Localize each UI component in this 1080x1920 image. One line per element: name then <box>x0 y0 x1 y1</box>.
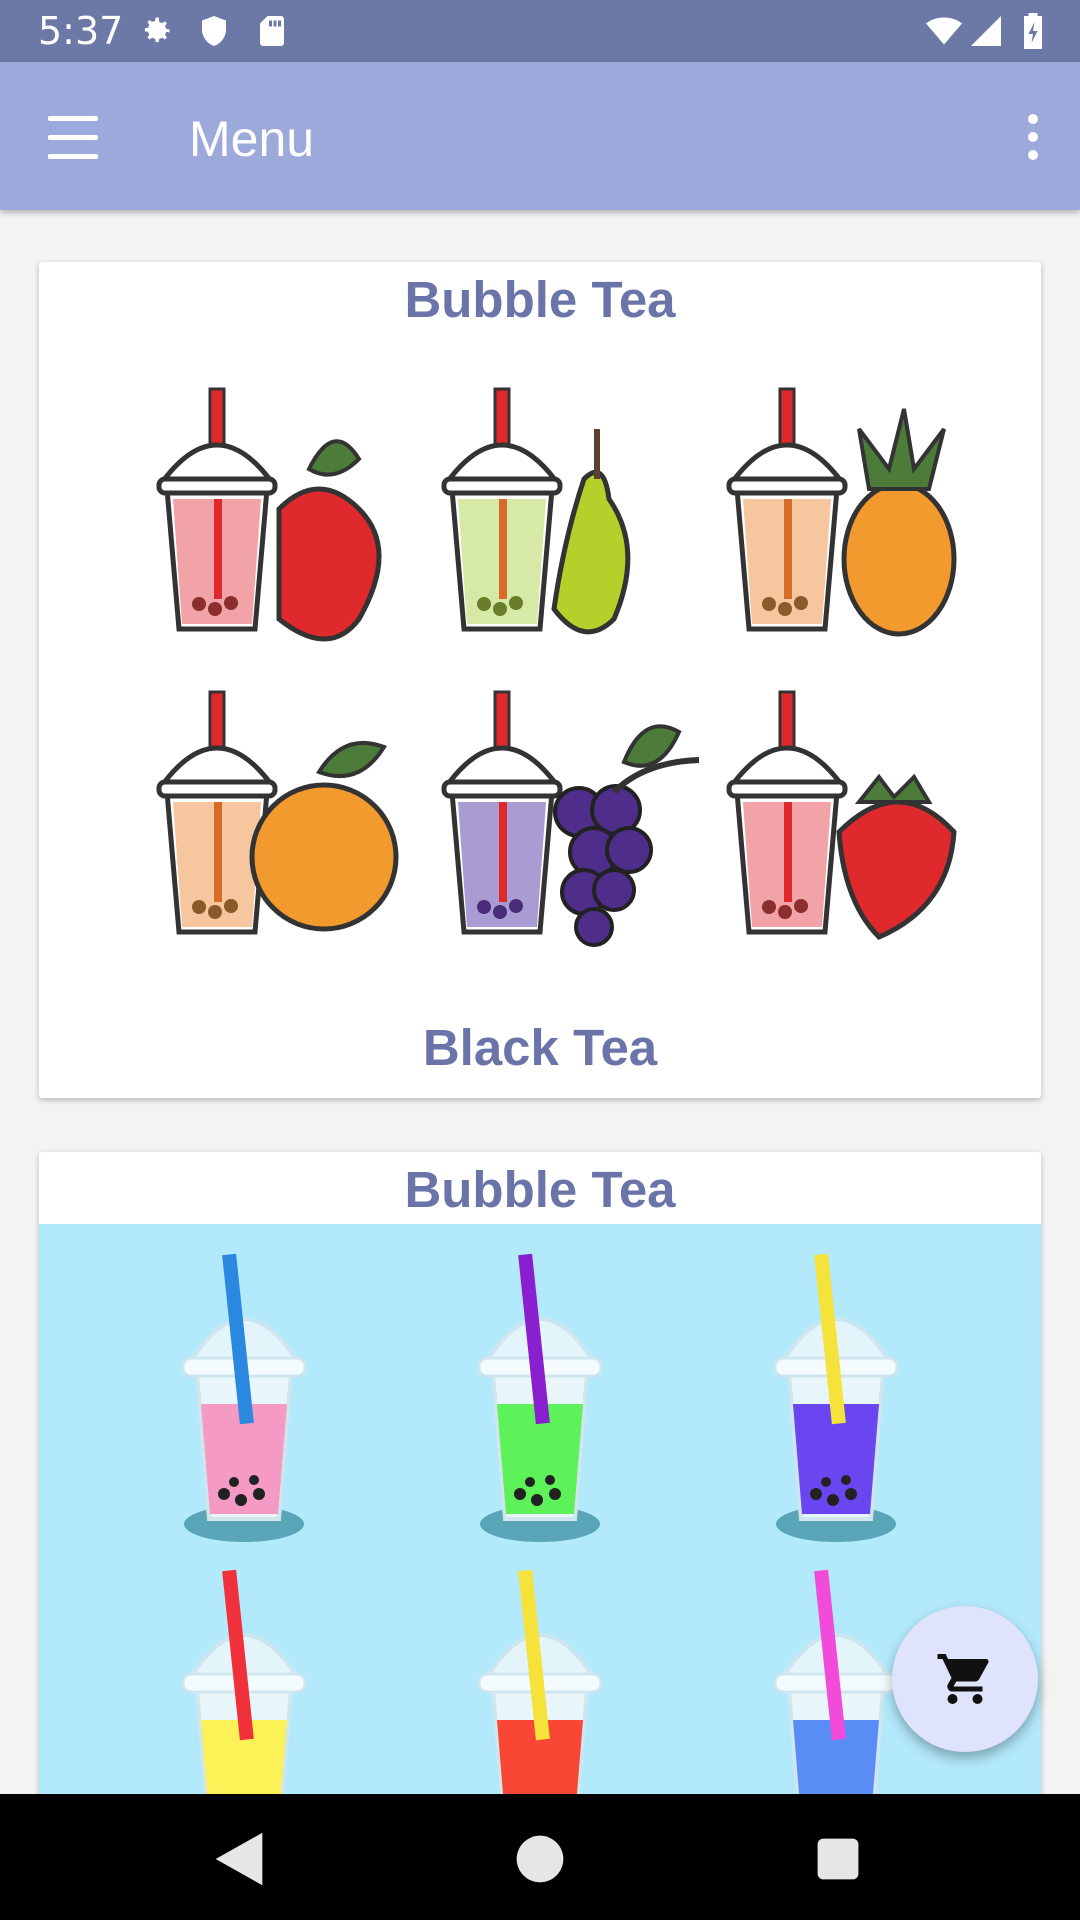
hamburger-menu-icon <box>48 116 98 121</box>
home-icon[interactable] <box>505 1824 575 1894</box>
hamburger-line <box>48 135 98 140</box>
drink-apple <box>159 389 382 642</box>
shield-icon <box>202 16 226 46</box>
menu-card[interactable]: Bubble Tea <box>39 262 1041 1098</box>
card-title: Bubble Tea <box>404 1161 676 1218</box>
drink-pineapple <box>729 389 957 637</box>
card-subtitle: Black Tea <box>422 1019 658 1076</box>
signal-icon <box>971 16 1001 46</box>
card-title: Bubble Tea <box>404 271 676 328</box>
menu-card[interactable]: Bubble Tea <box>39 1152 1041 1794</box>
system-nav-bar <box>0 1794 1080 1920</box>
app-bar: Menu <box>0 62 1080 210</box>
status-bar: 5:37 <box>0 0 1080 62</box>
more-options-button[interactable] <box>998 102 1068 172</box>
recents-icon[interactable] <box>803 1824 873 1894</box>
wifi-icon <box>926 17 962 45</box>
settings-icon <box>144 17 170 43</box>
page-title: Menu <box>189 111 315 167</box>
back-icon[interactable] <box>204 1824 274 1894</box>
hamburger-line <box>48 154 98 159</box>
colorful-bubble-tea-image <box>39 1224 1041 1794</box>
drink-strawberry <box>729 692 957 940</box>
hamburger-menu-button[interactable] <box>34 108 112 168</box>
sd-card-icon <box>260 16 284 46</box>
drink-pear <box>444 389 631 635</box>
status-time: 5:37 <box>38 9 124 53</box>
drink-orange <box>159 692 399 932</box>
menu-list[interactable]: Bubble Tea Black Tea Bubble Tea <box>0 210 1080 1794</box>
fruit-bubble-tea-image <box>39 334 957 947</box>
dot <box>1028 132 1038 142</box>
battery-icon <box>1024 13 1042 49</box>
drink-grape <box>444 692 700 947</box>
cart-fab[interactable] <box>892 1606 1038 1752</box>
dot <box>1028 150 1038 160</box>
shopping-cart-icon <box>937 1654 989 1704</box>
more-vert-icon <box>1028 114 1038 124</box>
